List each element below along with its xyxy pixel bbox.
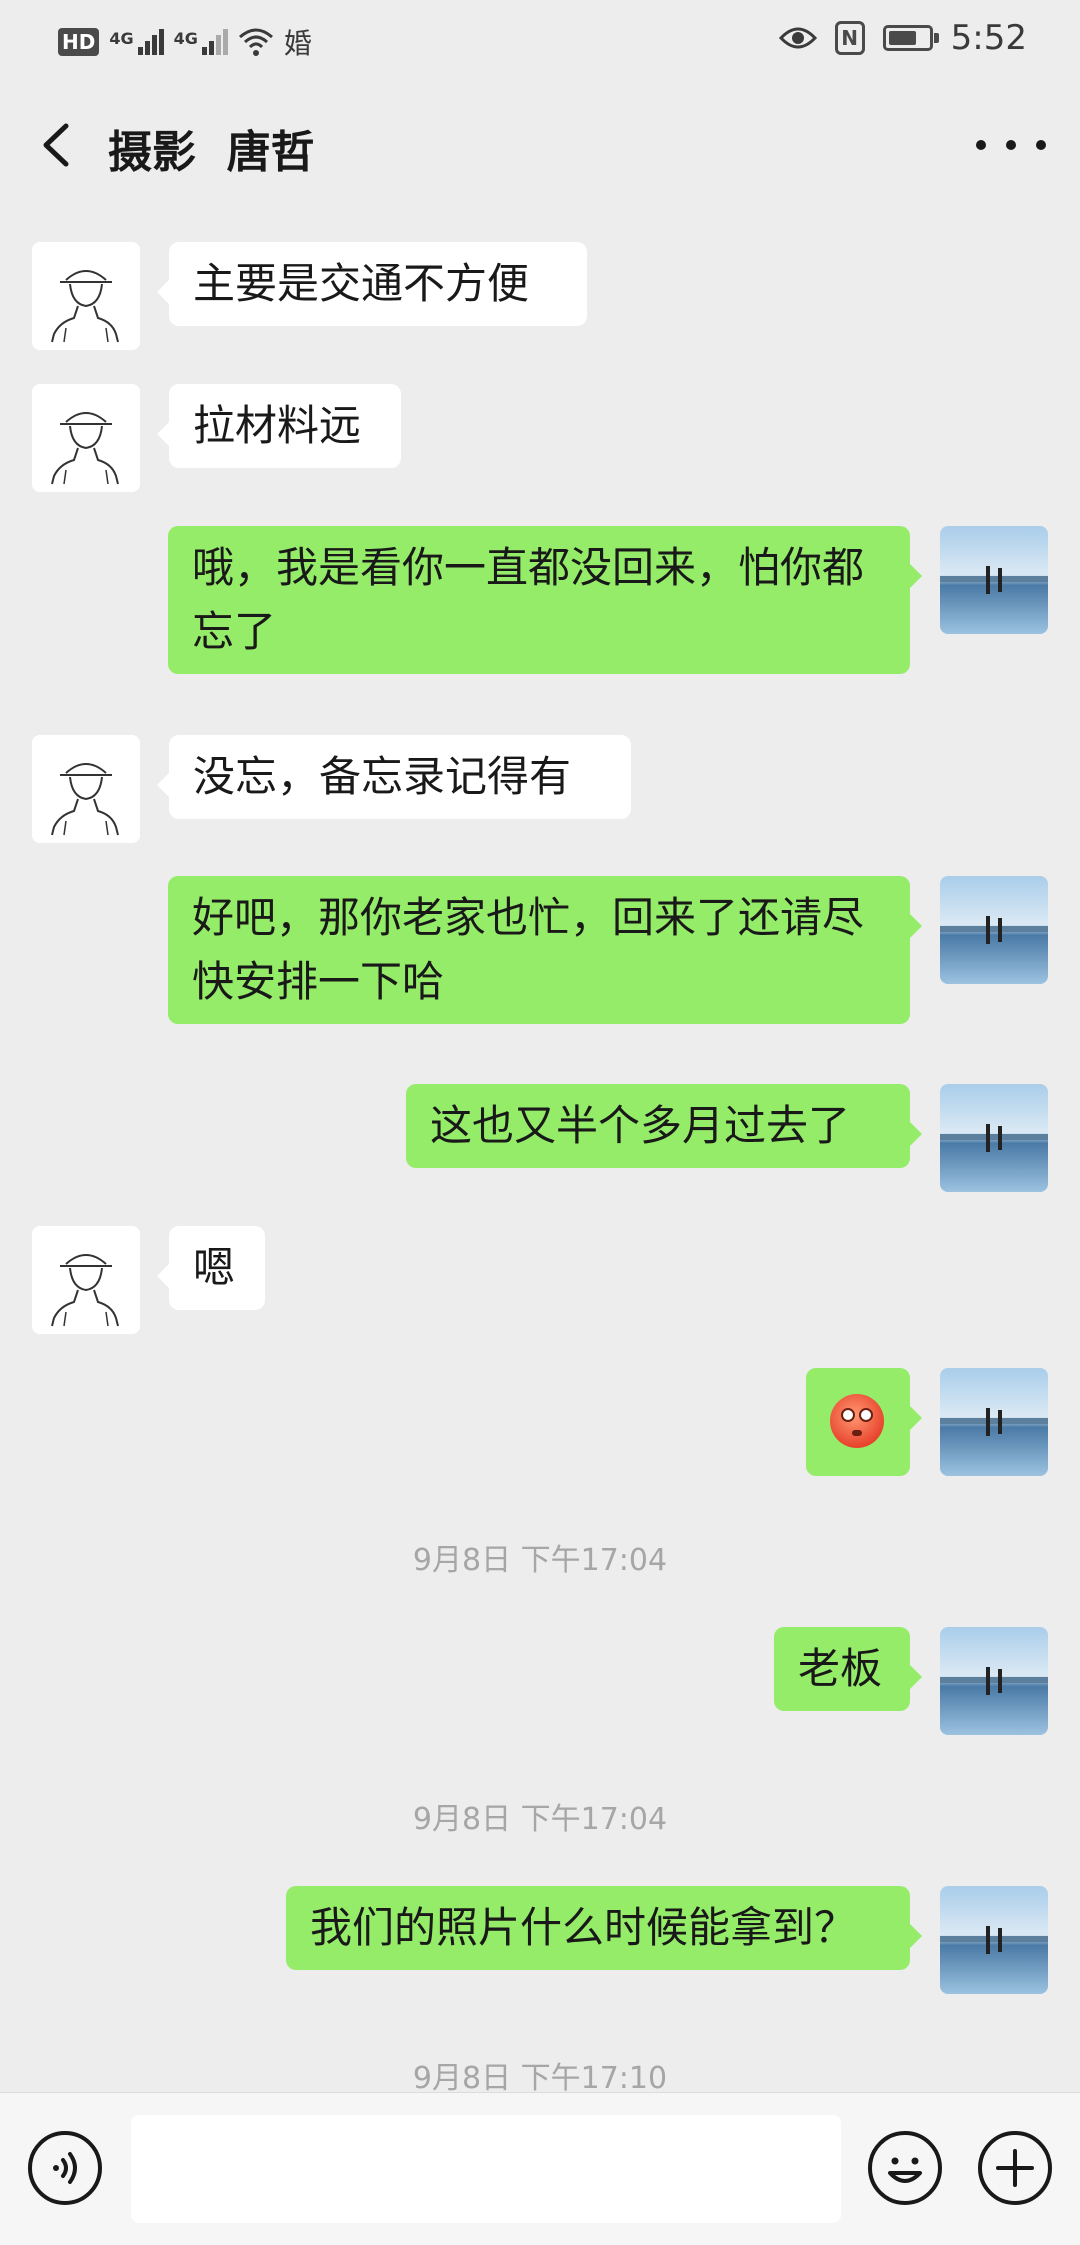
contact-avatar[interactable] (32, 384, 140, 492)
message-bubble-sent[interactable]: 老板 (774, 1627, 922, 1711)
timestamp: 9月8日 下午17:04 (412, 1802, 668, 1837)
signal-icon-2: 4G (174, 29, 228, 55)
message-bubble-received[interactable]: 拉材料远 (157, 384, 401, 468)
plus-icon (996, 2149, 1034, 2187)
timestamp: 9月8日 下午17:04 (412, 1543, 668, 1578)
message-bubble-received[interactable]: 嗯 (157, 1226, 265, 1310)
my-avatar[interactable] (940, 1368, 1048, 1476)
my-avatar[interactable] (940, 1084, 1048, 1192)
status-bar: HD 4G 4G 婚 N 5:52 (0, 0, 1080, 80)
message-bubble-sent[interactable]: 我们的照片什么时候能拿到？ (286, 1886, 922, 1970)
wifi-icon (238, 28, 273, 56)
my-avatar[interactable] (940, 1627, 1048, 1735)
more-functions-button[interactable] (978, 2131, 1052, 2205)
input-bar (0, 2092, 1080, 2245)
message-bubble-received[interactable]: 没忘，备忘录记得有 (157, 735, 631, 819)
my-avatar[interactable] (940, 1886, 1048, 1994)
voice-input-button[interactable] (28, 2131, 102, 2205)
message-bubble-sent[interactable]: 这也又半个多月过去了 (406, 1084, 922, 1168)
emoji-button[interactable] (868, 2131, 942, 2205)
contact-avatar[interactable] (32, 735, 140, 843)
my-avatar[interactable] (940, 876, 1048, 984)
more-options-icon[interactable] (976, 120, 1046, 170)
hd-icon: HD (58, 28, 100, 56)
back-arrow-icon[interactable] (30, 112, 90, 178)
battery-icon (882, 25, 939, 51)
contact-avatar[interactable] (32, 242, 140, 350)
message-bubble-sent-emoji[interactable] (806, 1368, 922, 1476)
message-bubble-sent[interactable]: 好吧，那你老家也忙，回来了还请尽快安排一下哈 (168, 876, 922, 1024)
message-bubble-received[interactable]: 主要是交通不方便 (157, 242, 587, 326)
flushed-face-emoji (830, 1394, 884, 1448)
clock: 5:52 (950, 18, 1027, 58)
chat-title: 摄影 唐哲 (108, 127, 315, 178)
message-input[interactable] (131, 2115, 841, 2223)
contact-avatar[interactable] (32, 1226, 140, 1334)
my-avatar[interactable] (940, 526, 1048, 634)
chat-header: 摄影 唐哲 (0, 80, 1080, 210)
message-bubble-sent[interactable]: 哦，我是看你一直都没回来，怕你都忘了 (168, 526, 922, 674)
signal-icon: 4G (109, 29, 164, 55)
nfc-icon: N (834, 21, 865, 55)
eye-icon (778, 27, 817, 49)
smiley-icon (888, 2157, 922, 2183)
status-extra-text: 婚 (283, 27, 312, 60)
voice-icon (53, 2152, 77, 2184)
timestamp: 9月8日 下午17:10 (412, 2061, 668, 2096)
